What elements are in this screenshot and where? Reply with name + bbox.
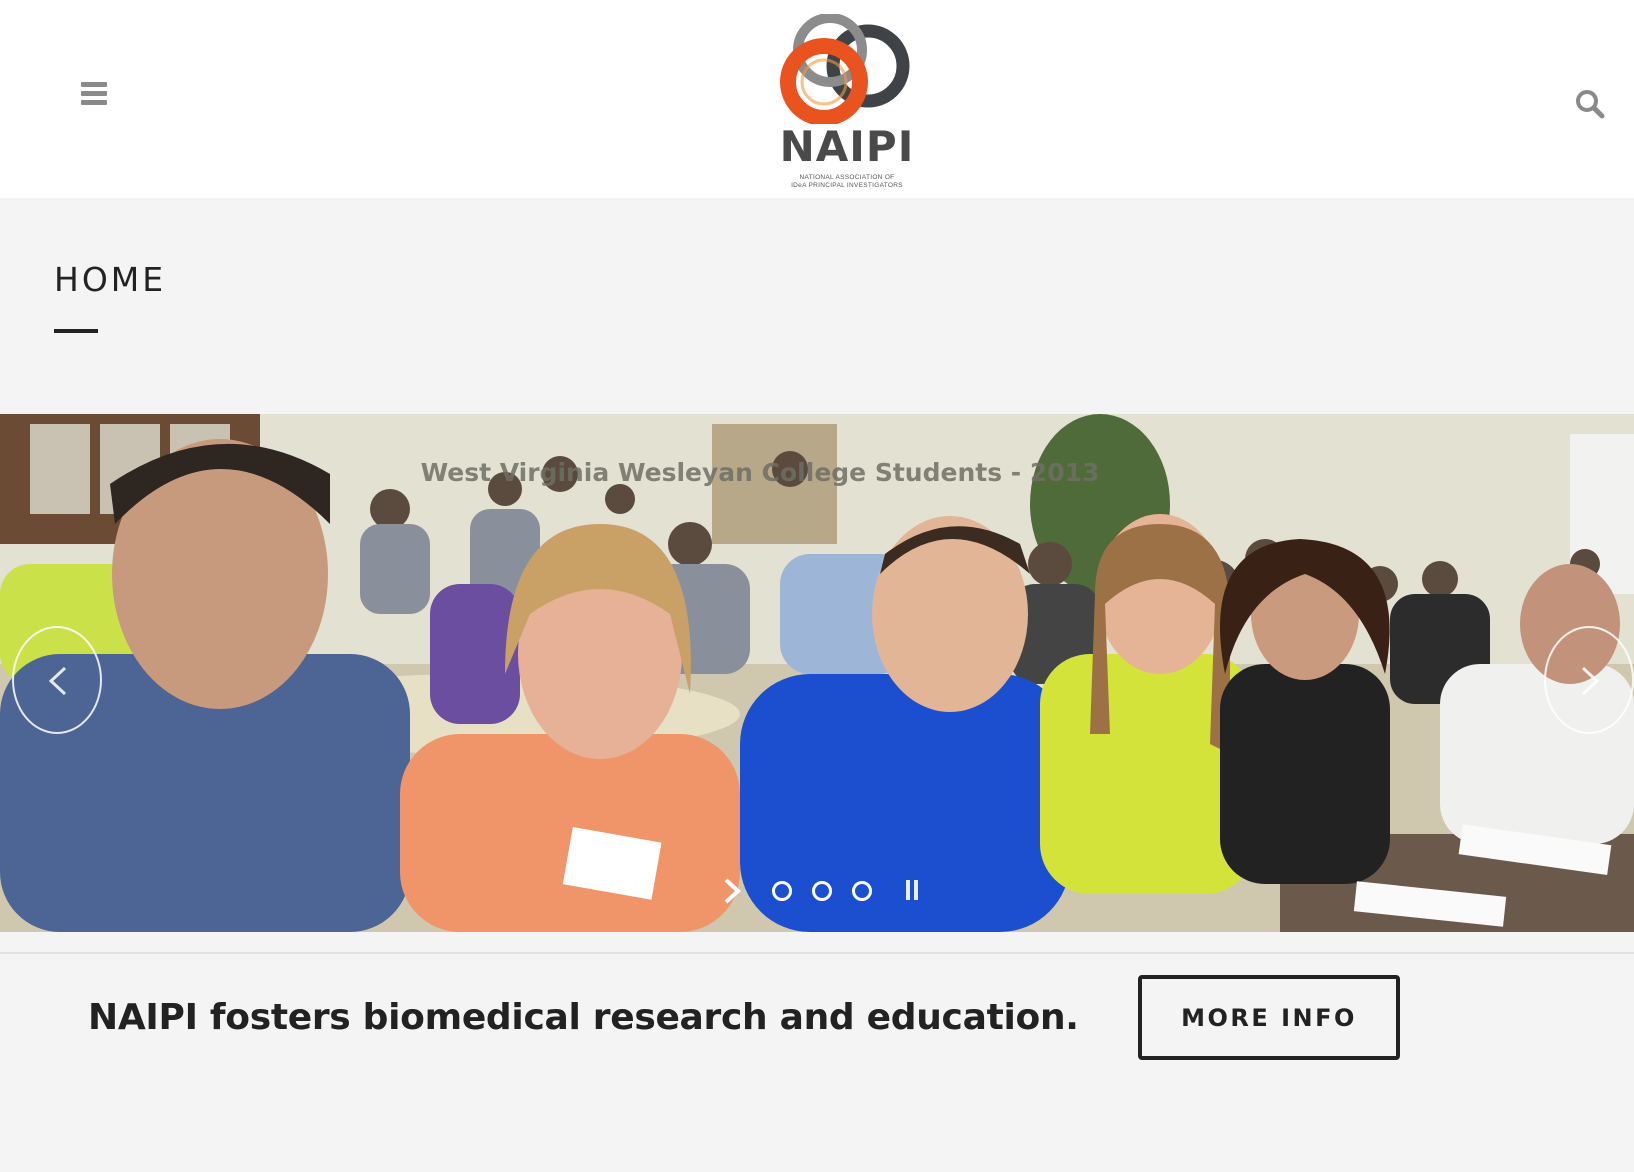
slide-dot-3[interactable] [852, 881, 872, 901]
hamburger-menu-icon[interactable] [78, 82, 110, 112]
slider-controls [720, 876, 920, 906]
image-slider: West Virginia Wesleyan College Students … [0, 414, 1634, 932]
logo-wordmark: NAIPI [779, 122, 915, 171]
logo-subtitle-line1: NATIONAL ASSOCIATION OF [799, 174, 895, 181]
page-title: HOME [54, 260, 167, 299]
more-info-button[interactable]: MORE INFO [1138, 975, 1400, 1060]
chevron-right-icon[interactable] [1544, 626, 1634, 734]
slide-dot-1[interactable] [772, 881, 792, 901]
page-title-band: HOME [0, 198, 1634, 414]
logo-rings-icon [780, 13, 910, 126]
slide-dot-2[interactable] [812, 881, 832, 901]
slide-photo [0, 414, 1634, 932]
slider-next-chevron-icon[interactable] [720, 878, 744, 904]
pause-icon[interactable] [904, 880, 920, 902]
title-underline [54, 329, 98, 333]
slide-caption: West Virginia Wesleyan College Students … [420, 458, 1100, 487]
search-icon[interactable] [1574, 88, 1606, 120]
section-divider [0, 952, 1634, 954]
naipi-logo[interactable]: NAIPI NATIONAL ASSOCIATION OF IDeA PRINC… [772, 13, 922, 189]
logo-subtitle-line2: IDeA PRINCIPAL INVESTIGATORS [791, 182, 903, 189]
tagline: NAIPI fosters biomedical research and ed… [88, 997, 1079, 1038]
site-header: NAIPI NATIONAL ASSOCIATION OF IDeA PRINC… [0, 0, 1634, 198]
chevron-left-icon[interactable] [12, 626, 102, 734]
